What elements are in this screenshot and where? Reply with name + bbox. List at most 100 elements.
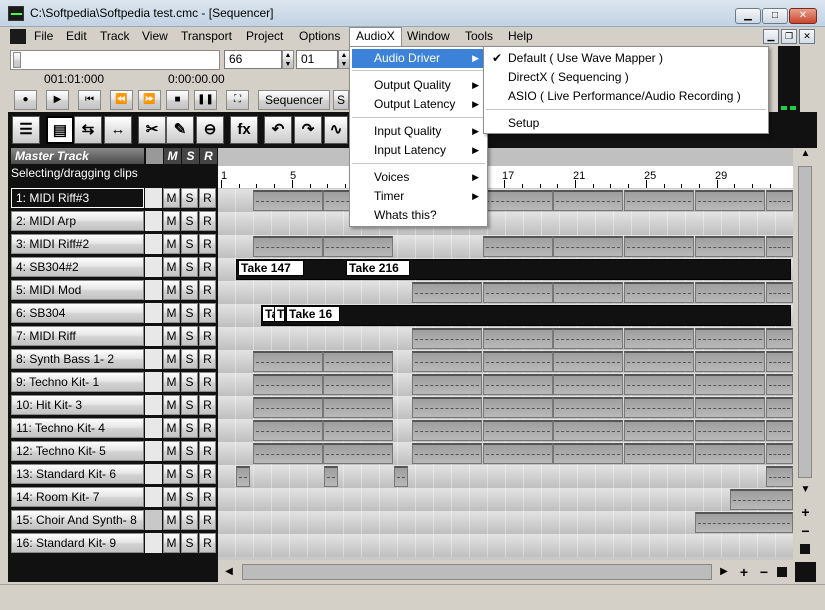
track-mute-button[interactable]: M: [163, 257, 180, 277]
track-solo-button[interactable]: S: [181, 349, 198, 369]
track-mute-button[interactable]: M: [163, 326, 180, 346]
midi-clip[interactable]: [412, 420, 482, 441]
track-row[interactable]: 7: MIDI Riff M S R: [8, 325, 218, 347]
track-record-toggle[interactable]: [145, 326, 162, 346]
track-mute-button[interactable]: M: [163, 510, 180, 530]
scroll-left-icon[interactable]: ◀: [220, 564, 238, 580]
midi-clip[interactable]: [624, 420, 694, 441]
menu-item-audio-driver[interactable]: Audio Driver ▶: [352, 49, 485, 68]
audio-clip[interactable]: [261, 305, 791, 326]
take-label[interactable]: Take 216: [346, 260, 410, 276]
mdi-close-button[interactable]: ✕: [799, 29, 815, 44]
master-mute-button[interactable]: M: [164, 148, 181, 164]
track-solo-button[interactable]: S: [181, 395, 198, 415]
track-lane[interactable]: [218, 419, 793, 442]
track-record-button[interactable]: R: [199, 441, 216, 461]
track-record-button[interactable]: R: [199, 533, 216, 553]
track-record-toggle[interactable]: [145, 349, 162, 369]
effects-icon[interactable]: fx: [230, 116, 258, 144]
midi-clip[interactable]: [483, 351, 553, 372]
midi-clip[interactable]: [553, 374, 623, 395]
track-row[interactable]: 12: Techno Kit- 5 MSR: [8, 440, 218, 462]
menu-tools[interactable]: Tools: [459, 27, 499, 46]
tempo-spinner[interactable]: ▲ ▼: [282, 50, 294, 69]
track-record-button[interactable]: R: [199, 418, 216, 438]
track-row[interactable]: 16: Standard Kit- 9 MSR: [8, 532, 218, 554]
track-record-toggle[interactable]: [145, 303, 162, 323]
track-record-toggle[interactable]: [145, 418, 162, 438]
track-name[interactable]: 15: Choir And Synth- 8: [11, 510, 144, 530]
track-name[interactable]: 5: MIDI Mod: [11, 280, 144, 300]
track-row[interactable]: 14: Room Kit- 7 MSR: [8, 486, 218, 508]
track-row[interactable]: 15: Choir And Synth- 8 MSR: [8, 509, 218, 531]
track-record-toggle[interactable]: [145, 188, 162, 208]
track-name[interactable]: 3: MIDI Riff#2: [11, 234, 144, 254]
glue-icon[interactable]: ✎: [166, 116, 194, 144]
track-record-toggle[interactable]: [145, 211, 162, 231]
midi-clip[interactable]: [766, 236, 793, 257]
midi-clip[interactable]: [483, 328, 553, 349]
track-name[interactable]: 1: MIDI Riff#3: [11, 188, 144, 208]
midi-clip[interactable]: [483, 236, 553, 257]
menu-transport[interactable]: Transport: [175, 27, 238, 46]
midi-clip[interactable]: [766, 328, 793, 349]
driver-default-item[interactable]: ✔ Default ( Use Wave Mapper ): [486, 49, 766, 68]
midi-clip[interactable]: [253, 397, 323, 418]
track-solo-button[interactable]: S: [181, 257, 198, 277]
midi-clip[interactable]: [766, 190, 793, 211]
master-record-toggle[interactable]: [146, 148, 163, 164]
track-record-toggle[interactable]: [145, 280, 162, 300]
midi-clip[interactable]: [766, 351, 793, 372]
sequencer-tab[interactable]: Sequencer: [258, 90, 330, 110]
track-row[interactable]: 3: MIDI Riff#2 M S R: [8, 233, 218, 255]
track-solo-button[interactable]: S: [181, 510, 198, 530]
loop-button[interactable]: ⛶: [226, 90, 249, 110]
track-lane[interactable]: Ta T Take 16: [218, 304, 793, 327]
zoom-in-vertical-icon[interactable]: +: [797, 504, 814, 520]
mute-tool-icon[interactable]: ⊖: [196, 116, 224, 144]
track-name[interactable]: 9: Techno Kit- 1: [11, 372, 144, 392]
track-name[interactable]: 11: Techno Kit- 4: [11, 418, 144, 438]
track-lane[interactable]: [218, 189, 793, 212]
track-record-button[interactable]: R: [199, 188, 216, 208]
track-mute-button[interactable]: M: [163, 372, 180, 392]
track-row[interactable]: 5: MIDI Mod M S R: [8, 279, 218, 301]
menu-options[interactable]: Options: [293, 27, 346, 46]
track-record-button[interactable]: R: [199, 211, 216, 231]
track-lane[interactable]: [218, 350, 793, 373]
midi-clip[interactable]: [766, 397, 793, 418]
track-solo-button[interactable]: S: [181, 303, 198, 323]
track-solo-button[interactable]: S: [181, 441, 198, 461]
pause-button[interactable]: ❚❚: [194, 90, 217, 110]
track-record-toggle[interactable]: [145, 533, 162, 553]
track-mute-button[interactable]: M: [163, 234, 180, 254]
record-button[interactable]: ●: [14, 90, 37, 110]
master-record-button[interactable]: R: [200, 148, 217, 164]
zoom-reset-vertical-icon[interactable]: [800, 544, 810, 554]
mdi-restore-button[interactable]: ❐: [781, 29, 797, 44]
midi-clip[interactable]: [483, 443, 553, 464]
track-row[interactable]: 1: MIDI Riff#3 M S R: [8, 187, 218, 209]
zoom-in-horizontal-icon[interactable]: +: [736, 564, 752, 580]
bar-field[interactable]: 01: [296, 50, 338, 69]
track-lane[interactable]: Take 147 Take 216: [218, 258, 793, 281]
midi-clip[interactable]: [624, 190, 694, 211]
track-mute-button[interactable]: M: [163, 211, 180, 231]
maximize-button[interactable]: □: [762, 8, 788, 24]
midi-clip[interactable]: [394, 466, 408, 487]
hscroll-thumb[interactable]: [242, 564, 712, 580]
menu-item-input-latency[interactable]: Input Latency ▶: [352, 141, 485, 160]
scroll-down-icon[interactable]: ▼: [797, 484, 814, 499]
menu-item-whats-this[interactable]: Whats this?: [352, 206, 485, 225]
track-mute-button[interactable]: M: [163, 487, 180, 507]
scroll-thumb[interactable]: [798, 166, 812, 478]
midi-clip[interactable]: [412, 282, 482, 303]
midi-clip[interactable]: [323, 351, 393, 372]
zoom-out-vertical-icon[interactable]: −: [797, 523, 814, 539]
midi-clip[interactable]: [730, 489, 793, 510]
vertical-scrollbar[interactable]: ▲ ▼ + −: [795, 148, 816, 560]
midi-clip[interactable]: [412, 397, 482, 418]
midi-clip[interactable]: [766, 420, 793, 441]
menu-window[interactable]: Window: [401, 27, 456, 46]
driver-asio-item[interactable]: ASIO ( Live Performance/Audio Recording …: [486, 87, 766, 106]
